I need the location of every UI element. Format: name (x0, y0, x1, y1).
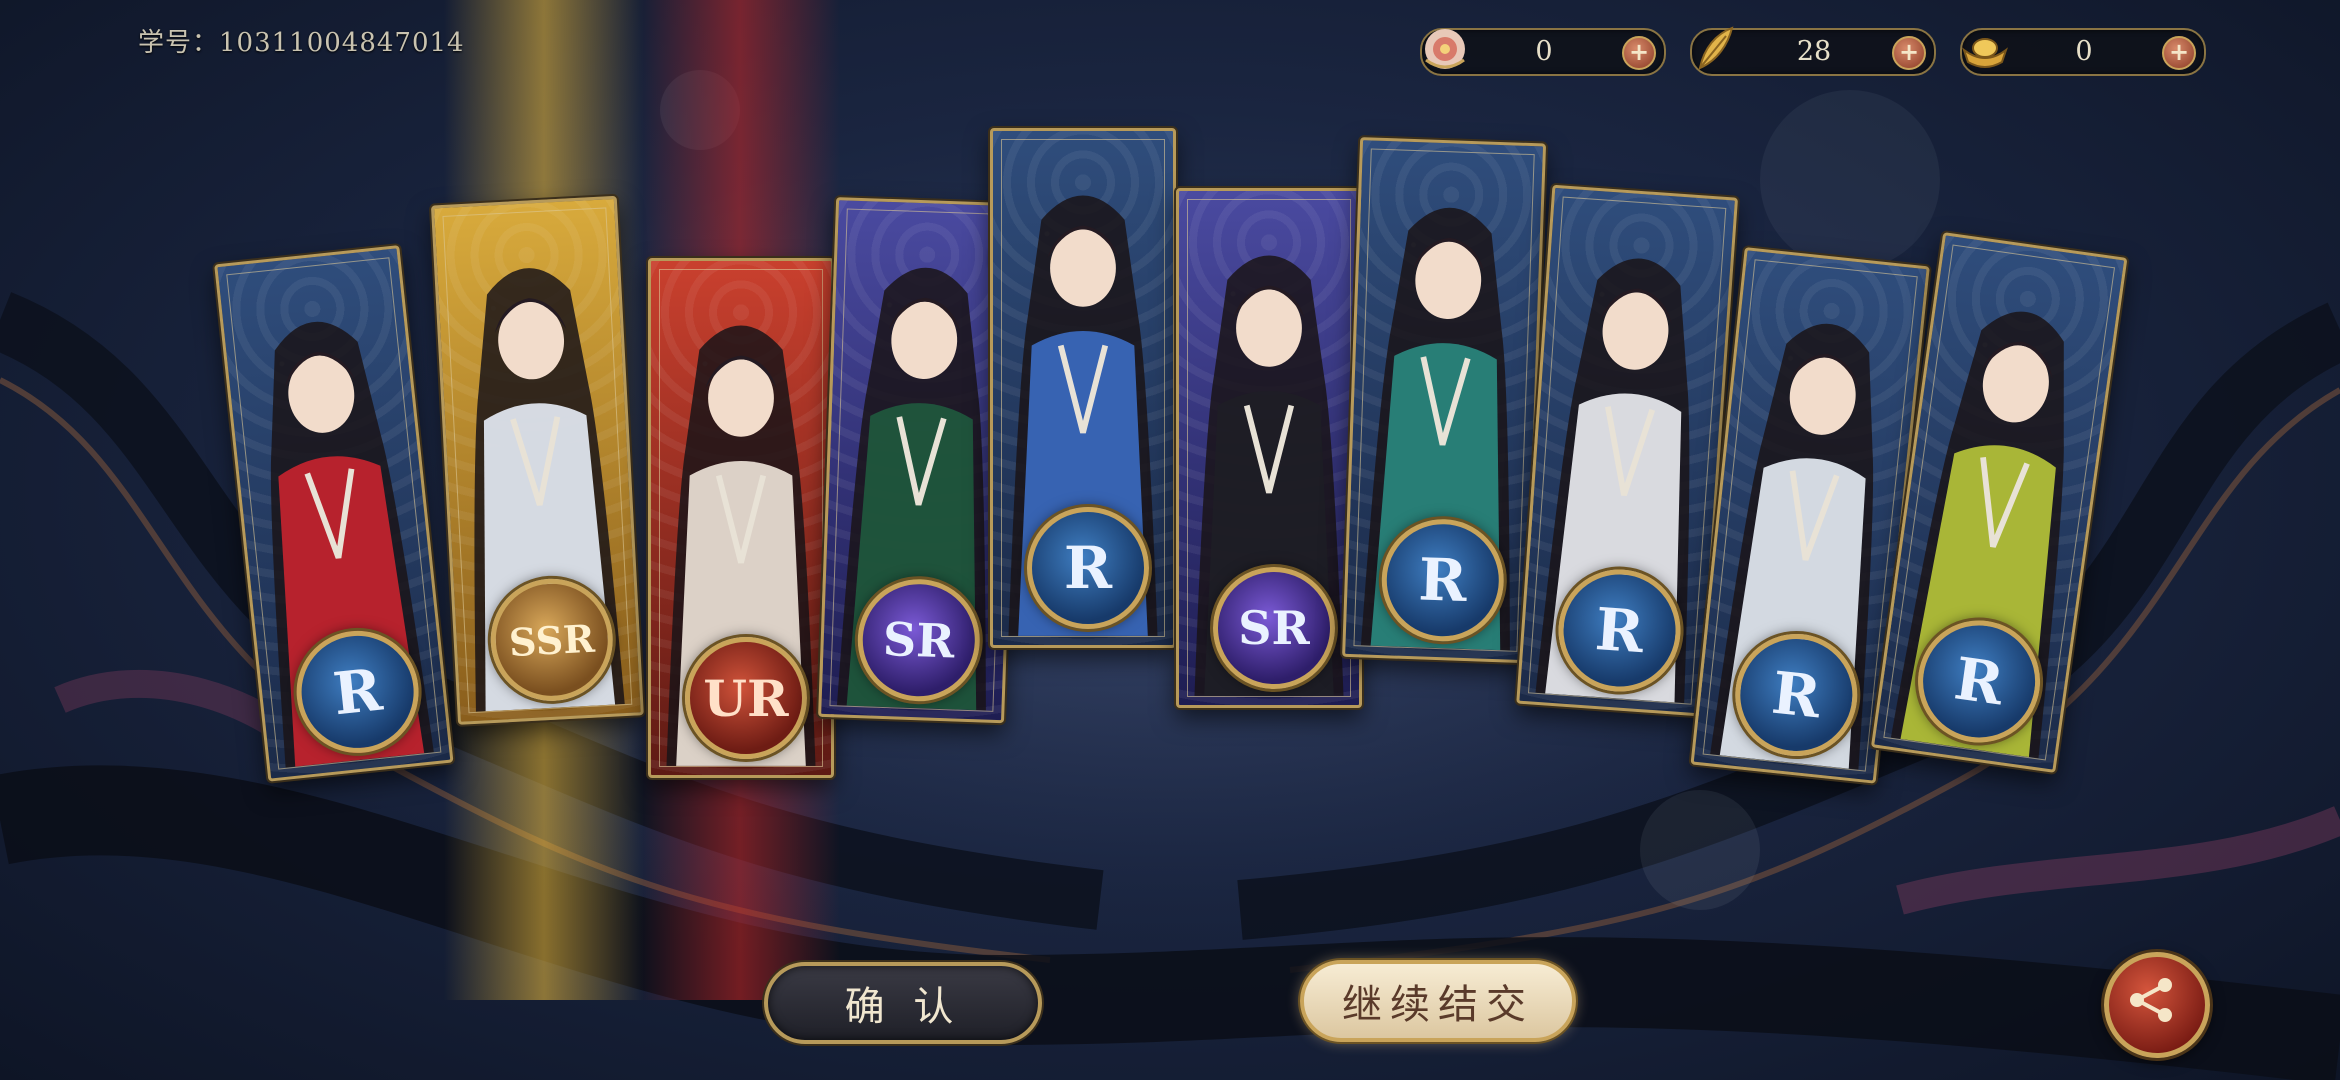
peony-flower-icon (1425, 29, 1465, 69)
share-button[interactable] (2104, 952, 2210, 1058)
rarity-badge: SR (1213, 567, 1335, 689)
character-card-ssr[interactable]: SSR (430, 195, 644, 725)
character-card-ur[interactable]: UR (648, 258, 834, 778)
share-icon (2130, 978, 2172, 1022)
add-ingot-button[interactable]: + (2162, 36, 2196, 70)
confirm-button[interactable]: 确 认 (764, 962, 1042, 1044)
continue-recruit-button[interactable]: 继续结交 (1300, 960, 1576, 1042)
character-card-r[interactable]: R (214, 245, 454, 782)
student-id-value: 10311004847014 (219, 28, 465, 58)
character-card-sr[interactable]: SR (1176, 188, 1362, 708)
currency-peony: 0 + (1420, 28, 1666, 76)
currency-feather-value: 28 (1796, 36, 1832, 67)
student-id: 学号：10311004847014 (138, 22, 465, 59)
rarity-badge: R (1027, 507, 1149, 629)
student-id-label: 学号： (138, 28, 220, 58)
add-feather-button[interactable]: + (1892, 36, 1926, 70)
character-card-r[interactable]: R (990, 128, 1176, 648)
currency-ingot: 0 + (1960, 28, 2206, 76)
character-card-r[interactable]: R (1342, 137, 1547, 664)
currency-peony-value: 0 (1535, 36, 1553, 67)
add-peony-button[interactable]: + (1622, 36, 1656, 70)
rarity-badge: UR (685, 637, 807, 759)
currency-ingot-value: 0 (2075, 36, 2093, 67)
gold-ingot-icon (1962, 38, 2008, 68)
golden-feather-icon (1698, 26, 1734, 70)
currency-feather: 28 + (1690, 26, 1936, 76)
